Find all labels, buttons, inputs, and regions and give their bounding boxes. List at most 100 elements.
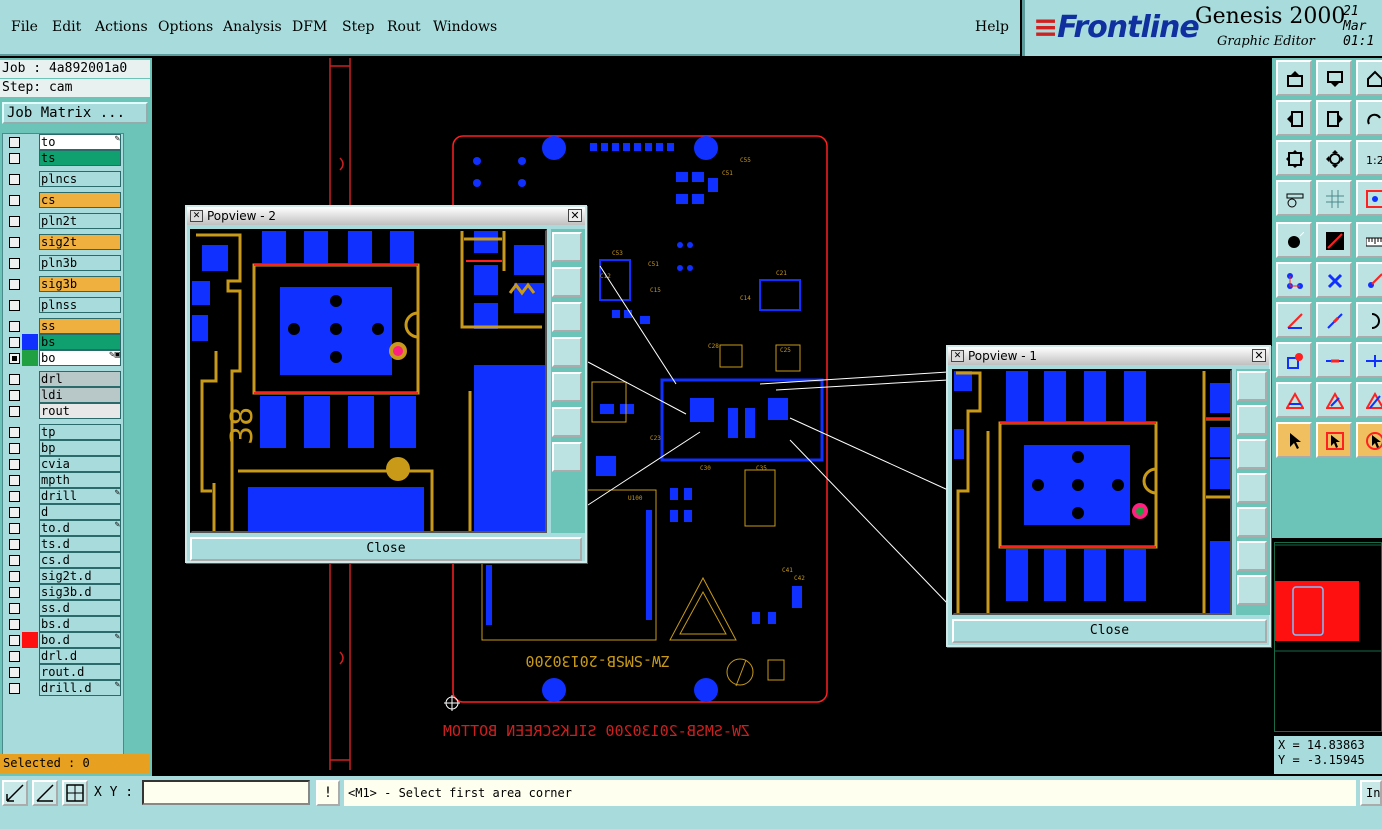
layer-row[interactable]: sig3b bbox=[3, 276, 123, 292]
layer-color-swatch[interactable] bbox=[22, 616, 38, 632]
layer-checkbox[interactable] bbox=[9, 523, 20, 534]
zoom-center-icon[interactable] bbox=[1316, 140, 1352, 176]
layer-checkbox[interactable] bbox=[9, 443, 20, 454]
layer-checkbox[interactable] bbox=[9, 507, 20, 518]
layer-name[interactable]: ss.d bbox=[39, 600, 121, 616]
layer-row[interactable]: cs bbox=[3, 192, 123, 208]
layer-color-swatch[interactable] bbox=[22, 584, 38, 600]
pan-right-icon[interactable] bbox=[1316, 100, 1352, 136]
add-line-icon[interactable] bbox=[1316, 222, 1352, 258]
popview-pan-left-button[interactable] bbox=[1237, 473, 1267, 503]
menu-dfm[interactable]: DFM bbox=[292, 19, 327, 35]
grid-icon[interactable] bbox=[1316, 180, 1352, 216]
layer-row[interactable]: drill.d ✎ bbox=[3, 680, 123, 696]
layer-row[interactable]: bs.d bbox=[3, 616, 123, 632]
menu-analysis[interactable]: Analysis bbox=[223, 19, 282, 35]
layer-checkbox[interactable] bbox=[9, 216, 20, 227]
layer-row[interactable]: drl.d bbox=[3, 648, 123, 664]
layer-color-swatch[interactable] bbox=[22, 664, 38, 680]
pan-left-icon[interactable] bbox=[1276, 100, 1312, 136]
layer-row[interactable]: tp bbox=[3, 424, 123, 440]
popview-1-close-button[interactable]: Close bbox=[952, 619, 1267, 643]
select-box-pointer-icon[interactable] bbox=[1316, 422, 1352, 458]
popview-pan-down-button[interactable] bbox=[552, 302, 582, 332]
layer-color-swatch[interactable] bbox=[22, 255, 38, 271]
menu-file[interactable]: File bbox=[11, 19, 38, 35]
popview-1-view[interactable] bbox=[952, 369, 1232, 615]
delete-x-icon[interactable] bbox=[1316, 262, 1352, 298]
layer-color-swatch[interactable] bbox=[22, 536, 38, 552]
popview-zoom-in-button[interactable] bbox=[1237, 541, 1267, 571]
layer-color-swatch[interactable] bbox=[22, 488, 38, 504]
layer-checkbox[interactable] bbox=[9, 137, 20, 148]
measure-tool-icon[interactable] bbox=[1276, 180, 1312, 216]
zoom-area-icon[interactable] bbox=[2, 780, 28, 806]
select-pointer-icon[interactable] bbox=[1276, 422, 1312, 458]
triangle-mark-icon[interactable] bbox=[1276, 382, 1312, 418]
layer-name[interactable]: to.d bbox=[39, 520, 121, 536]
layer-name[interactable]: pln2t bbox=[39, 213, 121, 229]
popview-pan-up-button[interactable] bbox=[552, 267, 582, 297]
layer-color-swatch[interactable] bbox=[22, 403, 38, 419]
layer-name[interactable]: ss bbox=[39, 318, 121, 334]
popview-zoom-fit-button[interactable] bbox=[1237, 371, 1267, 401]
layer-name[interactable]: tp bbox=[39, 424, 121, 440]
menu-options[interactable]: Options bbox=[158, 19, 213, 35]
layer-row[interactable]: bp bbox=[3, 440, 123, 456]
popview-zoom-in-button[interactable] bbox=[552, 407, 582, 437]
layer-row[interactable]: cs.d bbox=[3, 552, 123, 568]
layer-row[interactable]: to ✎ bbox=[3, 134, 123, 150]
layer-name[interactable]: drl bbox=[39, 371, 121, 387]
dimension-icon[interactable] bbox=[1356, 342, 1382, 378]
layer-checkbox[interactable] bbox=[9, 683, 20, 694]
layer-name[interactable]: mpth bbox=[39, 472, 121, 488]
layer-checkbox[interactable] bbox=[9, 337, 20, 348]
layer-name[interactable]: drl.d bbox=[39, 648, 121, 664]
layer-row[interactable]: ts bbox=[3, 150, 123, 166]
layer-row[interactable]: sig2t.d bbox=[3, 568, 123, 584]
layer-row[interactable]: d bbox=[3, 504, 123, 520]
layer-checkbox[interactable] bbox=[9, 603, 20, 614]
add-pad-icon[interactable] bbox=[1276, 222, 1312, 258]
layer-checkbox[interactable] bbox=[9, 651, 20, 662]
layer-color-swatch[interactable] bbox=[22, 350, 38, 366]
popview-pan-right-button[interactable] bbox=[552, 372, 582, 402]
layer-row[interactable]: ss.d bbox=[3, 600, 123, 616]
in-button[interactable]: In bbox=[1360, 780, 1382, 806]
select-area-pointer-icon[interactable] bbox=[1356, 422, 1382, 458]
layer-row[interactable]: plncs bbox=[3, 171, 123, 187]
layer-name[interactable]: plnss bbox=[39, 297, 121, 313]
measure-distance-icon[interactable] bbox=[32, 780, 58, 806]
layer-color-swatch[interactable] bbox=[22, 387, 38, 403]
home-down-icon[interactable] bbox=[1316, 60, 1352, 96]
layer-row[interactable]: pln3b bbox=[3, 255, 123, 271]
layer-row[interactable]: ldi bbox=[3, 387, 123, 403]
layer-checkbox[interactable] bbox=[9, 258, 20, 269]
layer-checkbox[interactable] bbox=[9, 279, 20, 290]
layer-checkbox[interactable] bbox=[9, 539, 20, 550]
layer-row[interactable]: drill ✎ bbox=[3, 488, 123, 504]
layer-color-swatch[interactable] bbox=[22, 600, 38, 616]
cut-line-icon[interactable] bbox=[1316, 342, 1352, 378]
popview-2-view[interactable]: 38 bbox=[190, 229, 547, 533]
layer-row[interactable]: rout.d bbox=[3, 664, 123, 680]
layer-color-swatch[interactable] bbox=[22, 632, 38, 648]
layer-checkbox[interactable] bbox=[9, 353, 20, 364]
menu-step[interactable]: Step bbox=[342, 19, 374, 35]
xy-input[interactable] bbox=[142, 780, 310, 805]
layer-name[interactable]: ts bbox=[39, 150, 121, 166]
menu-windows[interactable]: Windows bbox=[433, 19, 497, 35]
layer-color-swatch[interactable] bbox=[22, 134, 38, 150]
draw-segment-icon[interactable] bbox=[1316, 302, 1352, 338]
layer-row[interactable]: bo.d ✎ bbox=[3, 632, 123, 648]
layer-checkbox[interactable] bbox=[9, 571, 20, 582]
layer-name[interactable]: pln3b bbox=[39, 255, 121, 271]
layer-row[interactable]: to.d ✎ bbox=[3, 520, 123, 536]
layer-checkbox[interactable] bbox=[9, 427, 20, 438]
layer-row[interactable]: bo ✎▣ bbox=[3, 350, 123, 366]
triangle-cross-icon[interactable] bbox=[1316, 382, 1352, 418]
layer-color-swatch[interactable] bbox=[22, 552, 38, 568]
layer-checkbox[interactable] bbox=[9, 555, 20, 566]
move-node-icon[interactable] bbox=[1356, 262, 1382, 298]
layer-color-swatch[interactable] bbox=[22, 318, 38, 334]
